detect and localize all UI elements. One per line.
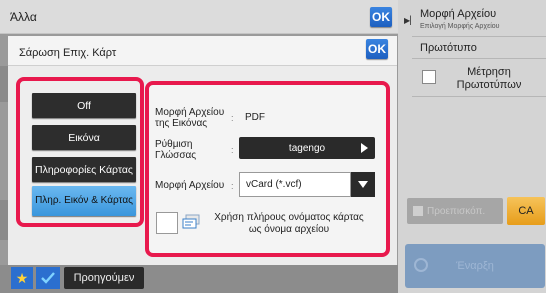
background-left-tab-2 xyxy=(0,200,8,240)
count-originals-label: Μέτρηση Πρωτοτύπων xyxy=(456,66,522,91)
divider xyxy=(412,58,546,59)
arrow-right-icon xyxy=(361,143,368,153)
scan-mode-options: Off Εικόνα Πληροφορίες Κάρτας Πληρ. Εικό… xyxy=(16,77,144,227)
play-icon: ▶▏ xyxy=(404,16,417,25)
business-card-icon xyxy=(182,214,200,229)
option-image-and-card-button[interactable]: Πληρ. Εικόν & Κάρτας xyxy=(32,186,136,216)
check-icon[interactable] xyxy=(36,267,60,289)
colon-separator: : xyxy=(231,181,234,191)
file-format-label: Μορφή Αρχείου xyxy=(155,180,225,191)
original-label[interactable]: Πρωτότυπο xyxy=(420,42,477,54)
preview-label: Προεπισκόπ. xyxy=(427,205,486,217)
background-left-tab xyxy=(0,66,8,102)
option-image-button[interactable]: Εικόνα xyxy=(32,125,136,150)
chevron-down-icon[interactable] xyxy=(351,172,375,197)
colon-separator: : xyxy=(231,113,234,123)
file-format-panel-title[interactable]: Μορφή Αρχείου xyxy=(420,8,496,20)
background-title: Άλλα xyxy=(10,10,37,24)
image-format-label: Μορφή Αρχείου της Εικόνας xyxy=(155,107,225,129)
colon-separator: : xyxy=(231,145,234,155)
language-value: tagengo xyxy=(288,142,326,154)
image-format-value: PDF xyxy=(245,112,265,123)
preview-button[interactable]: Προεπισκόπ. xyxy=(407,198,503,224)
count-originals-checkbox[interactable] xyxy=(422,70,436,84)
start-icon xyxy=(414,258,428,272)
use-full-name-label: Χρήση πλήρους ονόματος κάρτας ως όνομα α… xyxy=(214,212,364,235)
option-off-button[interactable]: Off xyxy=(32,93,136,118)
background-ok-button[interactable]: OK xyxy=(370,7,392,27)
file-format-panel-subtitle: Επιλογή Μορφής Αρχείου xyxy=(420,23,500,30)
language-button[interactable]: tagengo xyxy=(239,137,375,159)
ca-button[interactable]: CA xyxy=(507,197,545,225)
divider xyxy=(412,36,546,37)
dialog-header: Σάρωση Επιχ. Κάρτ OK xyxy=(8,36,397,66)
previous-button[interactable]: Προηγούμεν xyxy=(64,267,144,289)
language-label: Ρύθμιση Γλώσσας xyxy=(155,139,197,161)
dialog-title: Σάρωση Επιχ. Κάρτ xyxy=(19,47,117,59)
settings-panel: Μορφή Αρχείου της Εικόνας : PDF Ρύθμιση … xyxy=(145,81,390,257)
preview-icon xyxy=(413,206,423,216)
star-icon[interactable]: ★ xyxy=(11,267,33,289)
option-card-info-button[interactable]: Πληροφορίες Κάρτας xyxy=(32,157,136,182)
use-full-name-checkbox[interactable] xyxy=(156,212,178,234)
divider xyxy=(412,96,546,97)
dialog-ok-button[interactable]: OK xyxy=(366,39,388,59)
background-header: Άλλα xyxy=(0,0,398,34)
file-format-select[interactable]: vCard (*.vcf) xyxy=(239,172,351,197)
